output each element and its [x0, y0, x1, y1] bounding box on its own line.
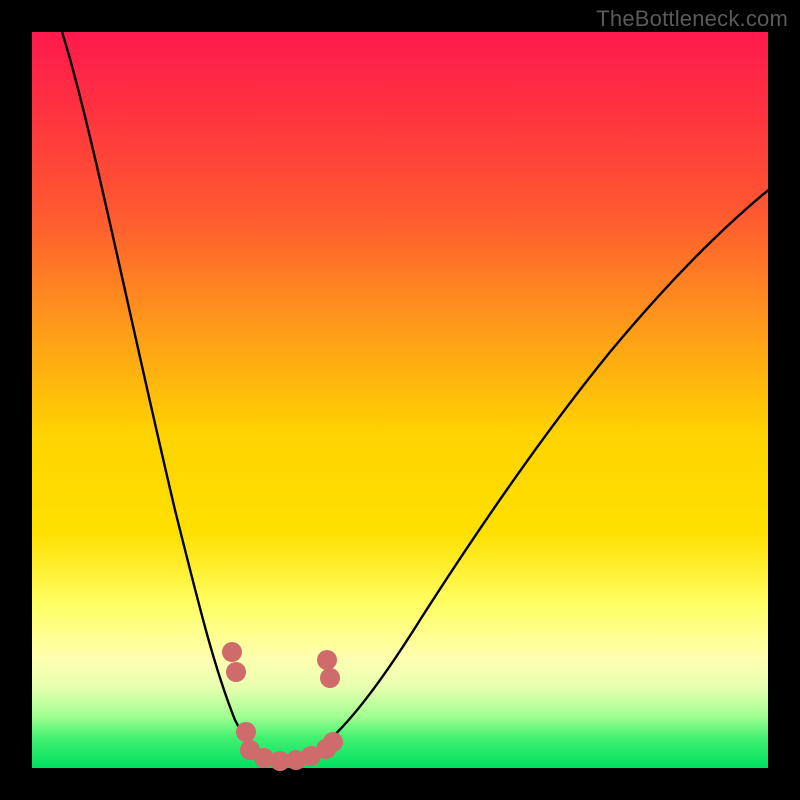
- marker-dot: [320, 668, 340, 688]
- watermark-text: TheBottleneck.com: [596, 6, 788, 32]
- marker-dot: [317, 650, 337, 670]
- chart-frame: TheBottleneck.com: [0, 0, 800, 800]
- marker-dot: [323, 732, 343, 752]
- marker-group: [222, 642, 343, 771]
- bottleneck-curve: [62, 32, 800, 761]
- marker-dot: [222, 642, 242, 662]
- marker-dot: [236, 722, 256, 742]
- marker-dot: [226, 662, 246, 682]
- chart-svg: [0, 0, 800, 800]
